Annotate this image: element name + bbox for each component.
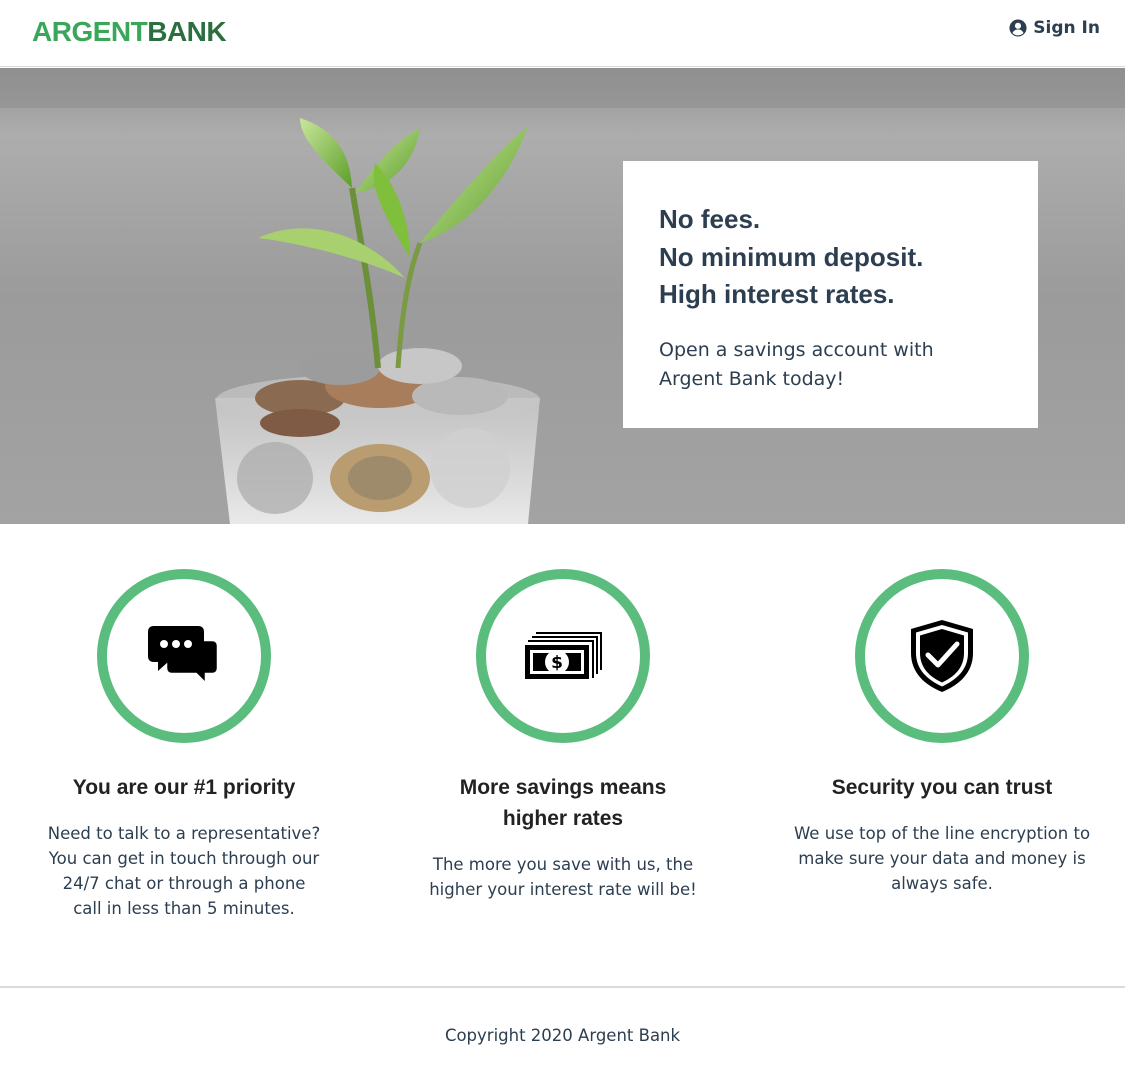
site-footer: Copyright 2020 Argent Bank	[0, 986, 1125, 1076]
copyright-text: Copyright 2020 Argent Bank	[444, 1026, 681, 1045]
promo-headline-line-3: High interest rates.	[659, 279, 895, 309]
sign-in-link[interactable]: Sign In	[1009, 18, 1100, 38]
shield-check-icon	[911, 620, 973, 692]
feature-text: The more you save with us, the higher yo…	[429, 855, 697, 899]
promo-subtext: Open a savings account with Argent Bank …	[659, 338, 934, 390]
feature-text: Need to talk to a representative? You ca…	[47, 824, 321, 918]
feature-text: We use top of the line encryption to mak…	[793, 824, 1091, 893]
promo-headline-line-1: No fees.	[659, 204, 761, 234]
feature-title: You are our #1 priority	[72, 776, 296, 799]
logo-text-argent: ARGENT	[32, 16, 148, 47]
chat-bubbles-icon	[148, 626, 220, 688]
feature-title: Security you can trust	[831, 776, 1053, 799]
site-header: ARGENTBANK Sign In	[0, 0, 1125, 67]
feature-icon-ring: $	[476, 569, 650, 743]
promo-headline: No fees. No minimum deposit. High intere…	[659, 201, 1002, 314]
features-section: You are our #1 priority Need to talk to …	[0, 524, 1125, 984]
feature-icon-ring	[855, 569, 1029, 743]
hero-banner: No fees. No minimum deposit. High intere…	[0, 68, 1125, 524]
feature-title: More savings means higher rates	[459, 776, 667, 830]
feature-icon-ring	[97, 569, 271, 743]
promo-headline-line-2: No minimum deposit.	[659, 241, 924, 272]
sign-in-label: Sign In	[1033, 18, 1100, 38]
svg-text:$: $	[551, 653, 563, 673]
logo-text-bank: BANK	[147, 16, 227, 47]
user-circle-icon	[1009, 19, 1027, 37]
money-stack-icon: $	[525, 632, 602, 679]
argent-bank-logo[interactable]: ARGENTBANK	[32, 16, 227, 47]
promo-card: No fees. No minimum deposit. High intere…	[623, 161, 1038, 428]
